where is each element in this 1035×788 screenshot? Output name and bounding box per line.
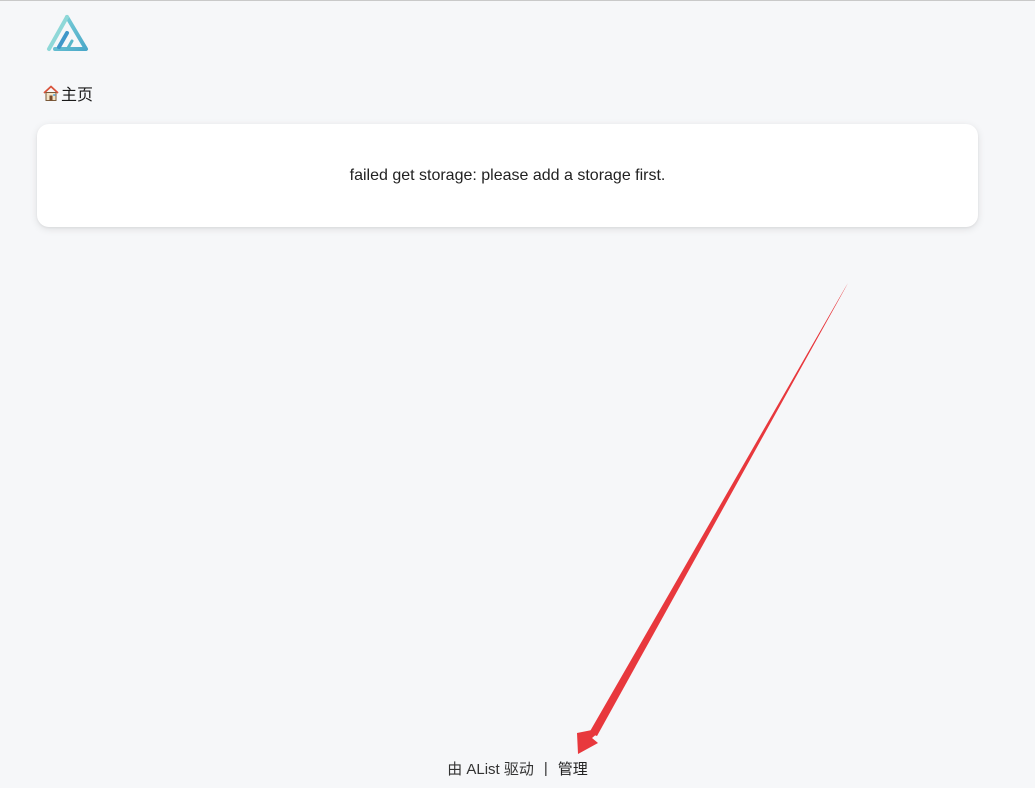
admin-link[interactable]: 管理 xyxy=(558,758,588,779)
powered-by-link[interactable]: 由 AList 驱动 xyxy=(447,758,534,779)
home-icon xyxy=(42,84,60,102)
window-top-border xyxy=(0,0,1035,5)
breadcrumb-home[interactable]: 主页 xyxy=(42,82,93,104)
error-message: failed get storage: please add a storage… xyxy=(349,166,666,184)
alist-logo-icon[interactable] xyxy=(45,14,89,54)
footer-separator: | xyxy=(543,760,548,777)
error-card: failed get storage: please add a storage… xyxy=(37,124,978,227)
breadcrumb-label: 主页 xyxy=(61,87,94,104)
annotation-arrow xyxy=(577,283,848,754)
footer: 由 AList 驱动 | 管理 xyxy=(0,758,1035,779)
